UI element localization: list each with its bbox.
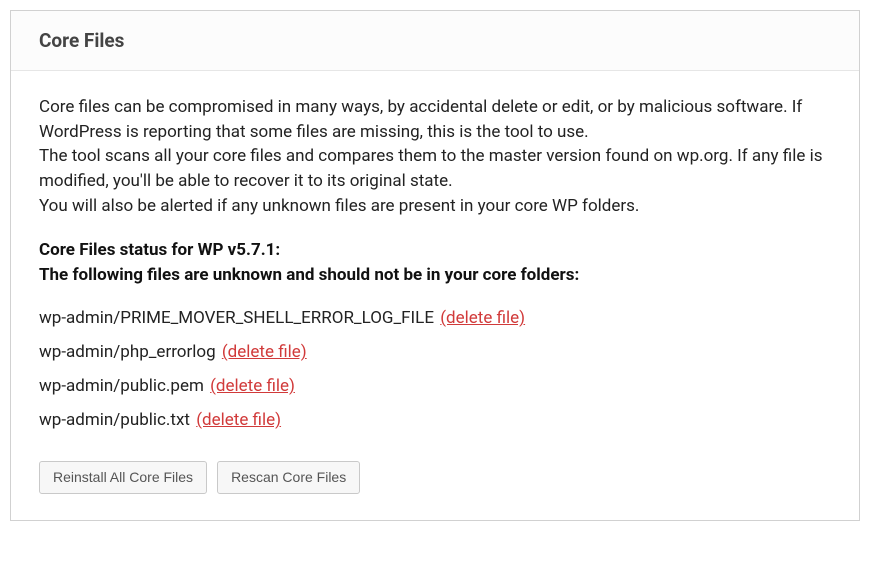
file-path: wp-admin/public.pem	[39, 376, 204, 396]
delete-file-link[interactable]: (delete file)	[440, 308, 525, 328]
status-version: Core Files status for WP v5.7.1:	[39, 238, 831, 263]
file-path: wp-admin/public.txt	[39, 410, 190, 430]
panel-title: Core Files	[39, 29, 831, 52]
actions-row: Reinstall All Core Files Rescan Core Fil…	[39, 461, 831, 493]
reinstall-button[interactable]: Reinstall All Core Files	[39, 461, 207, 493]
delete-file-link[interactable]: (delete file)	[210, 376, 295, 396]
list-item: wp-admin/PRIME_MOVER_SHELL_ERROR_LOG_FIL…	[39, 301, 831, 335]
delete-file-link[interactable]: (delete file)	[196, 410, 281, 430]
core-files-panel: Core Files Core files can be compromised…	[10, 10, 860, 521]
panel-header: Core Files	[11, 11, 859, 71]
list-item: wp-admin/public.pem (delete file)	[39, 369, 831, 403]
description-line: Core files can be compromised in many wa…	[39, 95, 831, 144]
description-line: The tool scans all your core files and c…	[39, 144, 831, 193]
rescan-button[interactable]: Rescan Core Files	[217, 461, 360, 493]
file-path: wp-admin/PRIME_MOVER_SHELL_ERROR_LOG_FIL…	[39, 308, 434, 328]
file-path: wp-admin/php_errorlog	[39, 342, 216, 362]
list-item: wp-admin/php_errorlog (delete file)	[39, 335, 831, 369]
status-warning: The following files are unknown and shou…	[39, 263, 831, 288]
list-item: wp-admin/public.txt (delete file)	[39, 403, 831, 437]
unknown-files-list: wp-admin/PRIME_MOVER_SHELL_ERROR_LOG_FIL…	[39, 301, 831, 437]
delete-file-link[interactable]: (delete file)	[222, 342, 307, 362]
status-block: Core Files status for WP v5.7.1: The fol…	[39, 238, 831, 287]
description-line: You will also be alerted if any unknown …	[39, 194, 831, 219]
panel-body: Core files can be compromised in many wa…	[11, 71, 859, 520]
description: Core files can be compromised in many wa…	[39, 95, 831, 218]
